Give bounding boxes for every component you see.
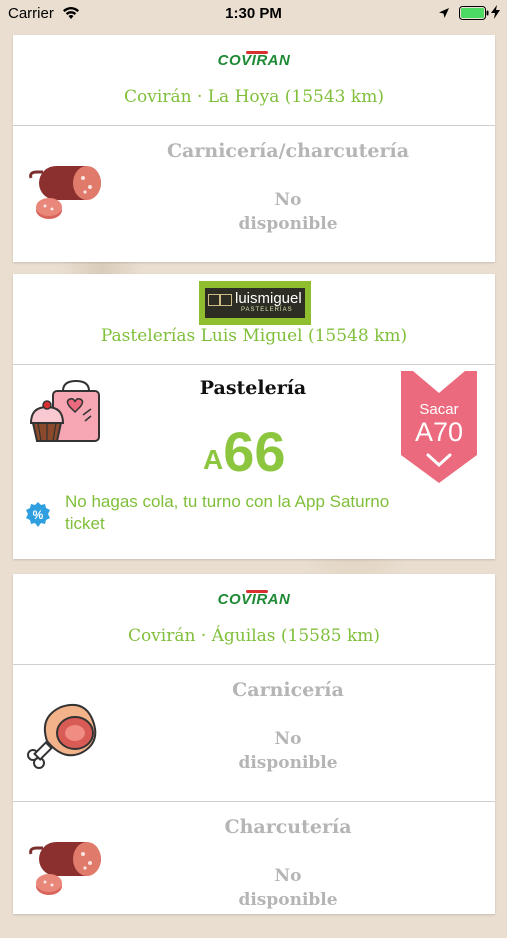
coviran-logo: COVIRAN: [217, 590, 291, 608]
cake-icon: [29, 379, 100, 442]
status-bar: Carrier 1:30 PM: [0, 0, 507, 28]
luis-miguel-logo: luismiguel PASTELERÍAS: [199, 281, 311, 325]
category-section-carniceria-charcuteria[interactable]: Carnicería/charcutería No disponible: [13, 126, 495, 262]
sausage-icon: [29, 166, 101, 219]
store-header: luismiguel PASTELERÍAS Pastelerías Luis …: [13, 274, 495, 365]
category-title: Carnicería/charcutería: [166, 140, 410, 162]
sausage-icon: [29, 842, 101, 895]
coviran-logo: COVIRAN: [217, 51, 291, 69]
store-name: Covirán · Águilas (15585 km): [127, 626, 381, 646]
store-name: Pastelerías Luis Miguel (15548 km): [100, 326, 408, 346]
store-header: COVIRAN Covirán · Águilas (15585 km): [13, 574, 495, 665]
category-section-charcuteria[interactable]: Charcutería No disponible: [13, 802, 495, 938]
category-section-carniceria[interactable]: Carnicería No disponible: [13, 665, 495, 802]
charging-bolt-icon: [491, 5, 500, 19]
category-title: Charcutería: [224, 816, 352, 838]
store-card-coviran-aguilas[interactable]: COVIRAN Covirán · Águilas (15585 km) Car…: [13, 574, 495, 914]
store-card-coviran-la-hoya[interactable]: COVIRAN Covirán · La Hoya (15543 km) Car…: [13, 35, 495, 262]
store-header: COVIRAN Covirán · La Hoya (15543 km): [13, 35, 495, 126]
availability-status: No disponible: [238, 866, 338, 910]
store-card-luis-miguel[interactable]: luismiguel PASTELERÍAS Pastelerías Luis …: [13, 274, 495, 559]
svg-text:%: %: [33, 508, 44, 522]
category-title: Pastelería: [199, 377, 307, 399]
take-ticket-button[interactable]: Sacar A70: [401, 371, 477, 483]
availability-status: No disponible: [238, 190, 338, 234]
store-name: Covirán · La Hoya (15543 km): [124, 87, 384, 107]
ham-icon: [27, 703, 97, 769]
clock: 1:30 PM: [225, 5, 282, 22]
chevron-down-icon: [426, 453, 452, 467]
location-arrow-icon: [439, 8, 449, 18]
current-turn-number: A66: [203, 420, 286, 483]
battery-icon: [459, 6, 489, 20]
app-promo-text: No hagas cola, tu turno con la App Satur…: [65, 492, 390, 533]
percent-badge-icon: %: [26, 502, 50, 527]
availability-status: No disponible: [238, 729, 338, 773]
category-section-pasteleria[interactable]: Pastelería A66 Sacar A70 % No hagas cola…: [13, 365, 495, 559]
category-title: Carnicería: [232, 679, 344, 701]
